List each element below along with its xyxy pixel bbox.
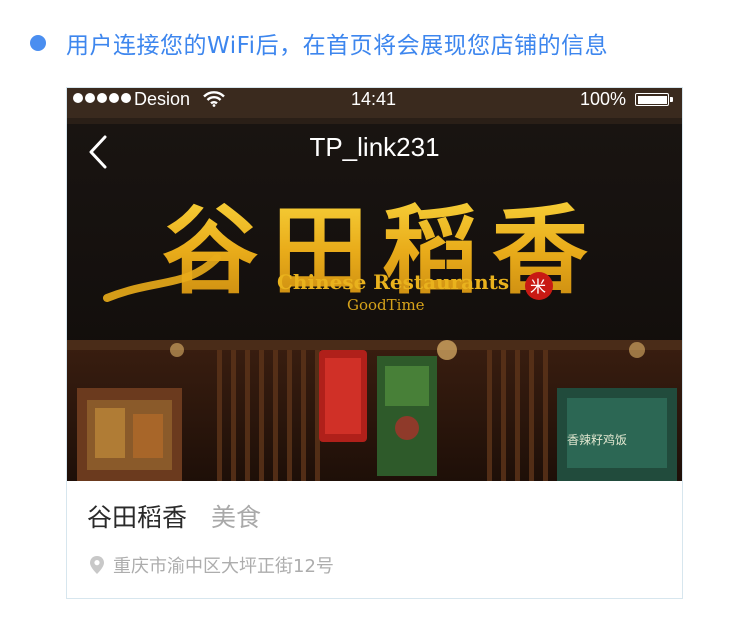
wifi-network-title: TP_link231 [309,132,440,162]
wifi-icon [203,91,225,107]
location-pin-icon [90,556,104,574]
intro-text: 用户连接您的WiFi后，在首页将会展现您店铺的信息 [66,33,609,59]
status-time: 14:41 [351,89,397,109]
logo-english-text: Chinese Restaurants [277,270,509,294]
carrier-name: Desion [134,89,191,109]
inner-sign-text: 香辣籽鸡饭 [567,432,627,447]
address-text: 重庆市渝中区大坪正街12号 [113,556,334,577]
bullet-dot-icon [30,35,46,51]
store-address: 重庆市渝中区大坪正街12号 [89,552,334,578]
battery-percent: 100% [580,89,627,109]
phone-preview: 香辣籽鸡饭 谷田稻香 Chinese Restaurants GoodTime … [66,87,683,599]
intro-line: 用户连接您的WiFi后，在首页将会展现您店铺的信息 [30,26,608,60]
status-bar: Desion 14:41 100% [67,88,682,112]
signal-strength-icon [73,93,131,103]
store-name: 谷田稻香 [87,503,188,532]
store-header: 谷田稻香 美食 [87,498,261,534]
store-category: 美食 [211,503,262,532]
logo-seal-text: 米 [530,277,546,296]
logo-tagline-text: GoodTime [347,296,425,314]
battery-tip [670,97,673,102]
store-banner-image: 香辣籽鸡饭 谷田稻香 Chinese Restaurants GoodTime … [67,88,682,481]
battery-icon [635,93,669,106]
